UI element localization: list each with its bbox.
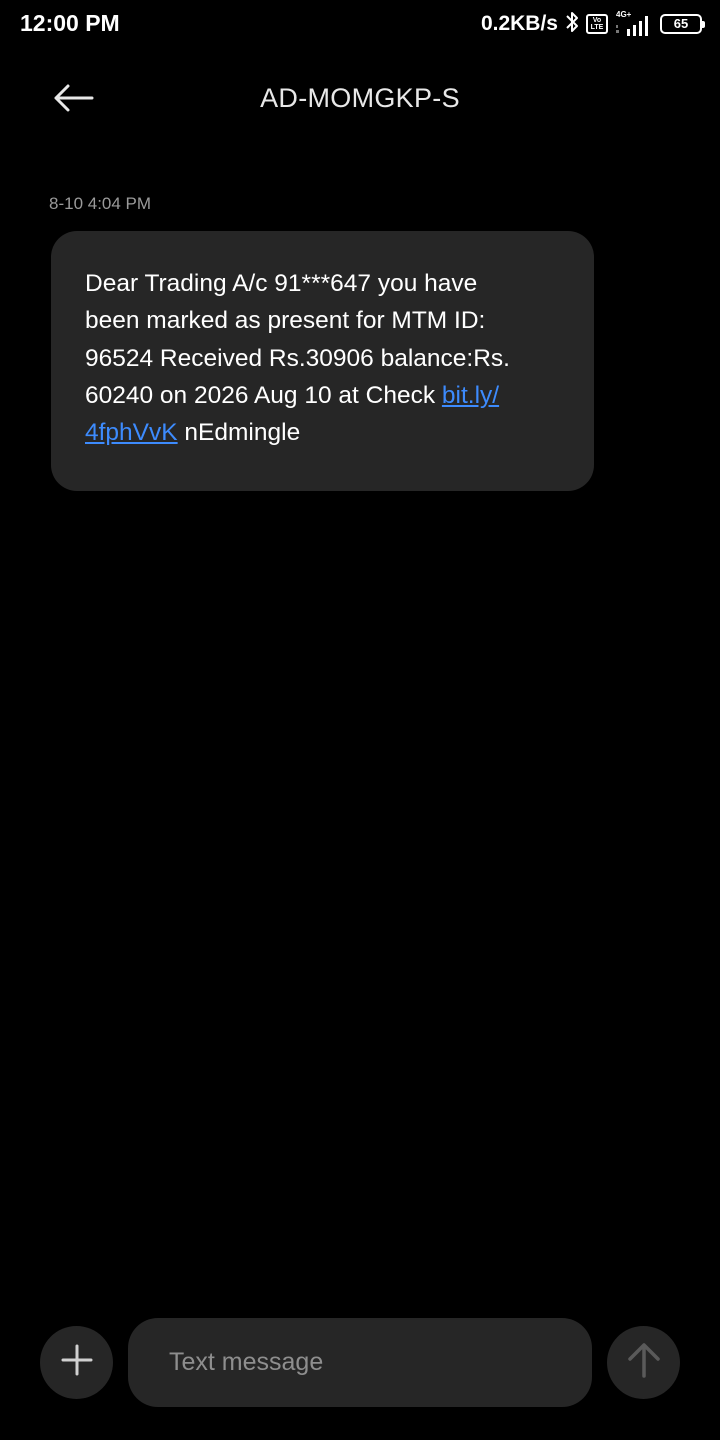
plus-icon	[60, 1343, 94, 1382]
message-input[interactable]	[128, 1318, 592, 1407]
bluetooth-icon	[564, 10, 580, 39]
status-time: 12:00 PM	[20, 10, 120, 36]
signal-icon: 4G+	[614, 10, 654, 38]
battery-icon: 65	[660, 14, 705, 34]
status-indicators: 0.2KB/s Vo LTE 4G+ 65	[480, 8, 705, 40]
conversation-header: AD-MOMGKP-S	[0, 60, 720, 140]
add-attachment-button[interactable]	[40, 1326, 113, 1399]
send-arrow-icon	[626, 1341, 662, 1384]
message-timestamp: 8-10 4:04 PM	[49, 194, 152, 213]
volte-icon: Vo LTE	[586, 14, 608, 34]
status-bar: 12:00 PM 0.2KB/s Vo LTE 4G+ 65	[0, 0, 720, 50]
sms-conversation-screen: 12:00 PM 0.2KB/s Vo LTE 4G+ 65 AD-MOMGKP…	[0, 0, 720, 1440]
send-button[interactable]	[607, 1326, 680, 1399]
composer-bar	[0, 1318, 720, 1408]
message-bubble[interactable]: Dear Trading A/c 91***647 you have been …	[51, 231, 594, 491]
network-speed: 0.2KB/s	[480, 12, 558, 35]
message-body-tail: nEdmingle	[177, 419, 301, 447]
conversation-title: AD-MOMGKP-S	[260, 83, 460, 113]
message-text: Dear Trading A/c 91***647 you have been …	[85, 265, 560, 451]
